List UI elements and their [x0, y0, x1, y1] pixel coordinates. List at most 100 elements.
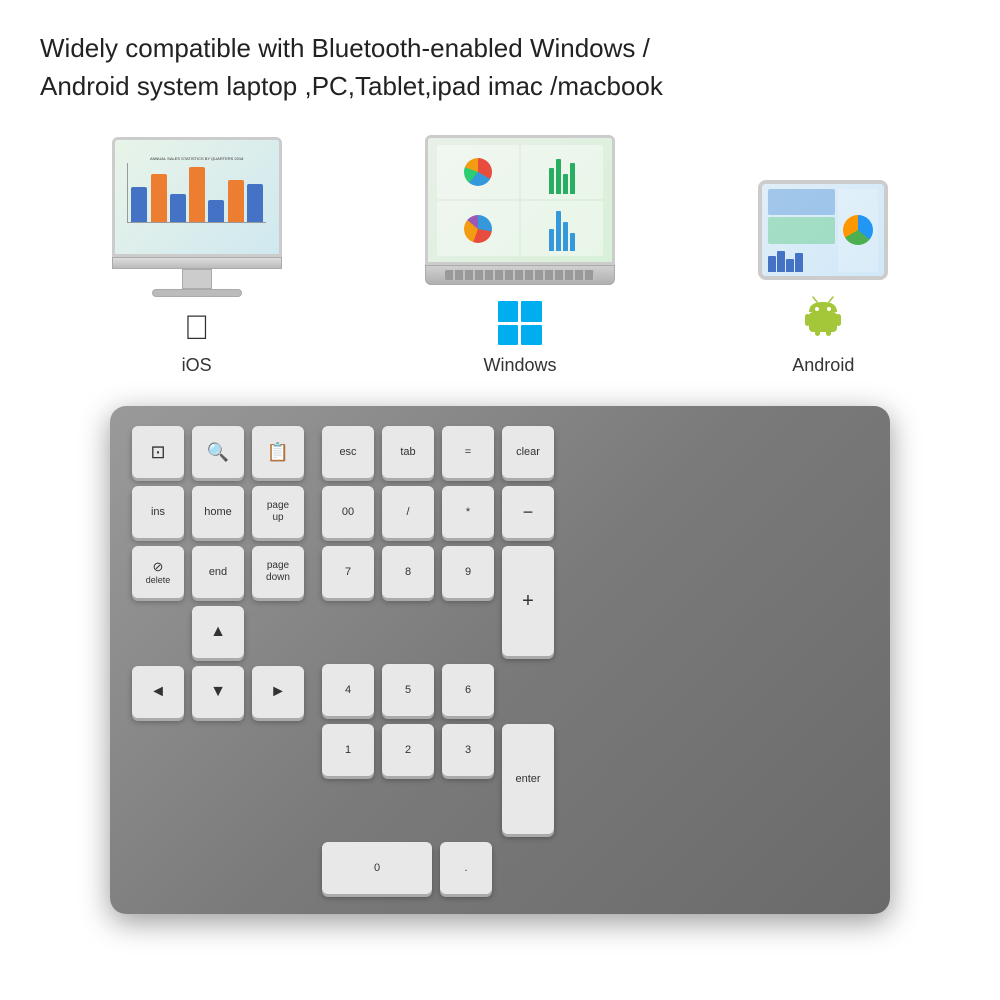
label-2: 2 [405, 744, 411, 756]
key-5[interactable]: 5 [382, 664, 434, 716]
right-arrow-key[interactable]: ► [252, 666, 304, 718]
label-3: 3 [465, 744, 471, 756]
ios-label: iOS [182, 355, 212, 376]
tablet-device [758, 180, 888, 280]
key-1[interactable]: 1 [322, 724, 374, 776]
delete-key[interactable]: ⊘ delete [132, 546, 184, 598]
label-1: 1 [345, 744, 351, 756]
kb-left-row2: ins home pageup [132, 486, 304, 538]
label-8: 8 [405, 566, 411, 578]
multiply-label: * [466, 506, 470, 518]
end-label: end [209, 566, 227, 578]
minus-key[interactable]: − [502, 486, 554, 538]
key-9[interactable]: 9 [442, 546, 494, 598]
key-4[interactable]: 4 [322, 664, 374, 716]
keyboard-right: esc tab = clear 00 / [322, 426, 554, 894]
label-9: 9 [465, 566, 471, 578]
key-8[interactable]: 8 [382, 546, 434, 598]
imac-chin [112, 257, 282, 269]
double-zero-key[interactable]: 00 [322, 486, 374, 538]
devices-row: ANNUAL SALES STATISTICS BY QUARTERS 2018 [40, 135, 960, 376]
dot-label: . [464, 862, 467, 874]
left-arrow-key[interactable]: ◄ [132, 666, 184, 718]
equals-label: = [465, 446, 471, 458]
kb-left-row3: ⊘ delete end pagedown [132, 546, 304, 598]
label-7: 7 [345, 566, 351, 578]
up-arrow-key[interactable]: ▲ [192, 606, 244, 658]
key-3[interactable]: 3 [442, 724, 494, 776]
kb-left-row1: ⊡ 🔍 📋 [132, 426, 304, 478]
fn-icon: ⊡ [150, 442, 165, 463]
label-0: 0 [374, 862, 380, 874]
chart-title: ANNUAL SALES STATISTICS BY QUARTERS 2018 [127, 156, 267, 161]
pageup-key[interactable]: pageup [252, 486, 304, 538]
ins-key[interactable]: ins [132, 486, 184, 538]
device-android: Android [758, 180, 888, 376]
enter-key[interactable]: enter [502, 724, 554, 834]
kb-left-row4: ▲ [132, 606, 304, 658]
laptop-chart-3 [437, 201, 519, 256]
ins-label: ins [151, 506, 165, 518]
kb-right-row3: 7 8 9 + [322, 546, 554, 656]
esc-label: esc [339, 446, 356, 458]
laptop-chart-2 [521, 145, 603, 200]
key-7[interactable]: 7 [322, 546, 374, 598]
keyboard: ⊡ 🔍 📋 ins home pageup [110, 406, 890, 914]
divide-key[interactable]: / [382, 486, 434, 538]
plus-key[interactable]: + [502, 546, 554, 656]
android-label: Android [792, 355, 854, 376]
pagedown-key[interactable]: pagedown [252, 546, 304, 598]
label-4: 4 [345, 684, 351, 696]
imac-neck [182, 269, 212, 289]
header-line1: Widely compatible with Bluetooth-enabled… [40, 33, 650, 63]
home-key[interactable]: home [192, 486, 244, 538]
key-2[interactable]: 2 [382, 724, 434, 776]
header-line2: Android system laptop ,PC,Tablet,ipad im… [40, 71, 663, 101]
laptop-keyboard-area [425, 265, 615, 285]
windows-logo [498, 301, 542, 345]
tab-label: tab [400, 446, 415, 458]
header-text: Widely compatible with Bluetooth-enabled… [40, 30, 960, 105]
calendar-key[interactable]: 📋 [252, 426, 304, 478]
imac-device: ANNUAL SALES STATISTICS BY QUARTERS 2018 [112, 137, 282, 297]
kb-right-row2: 00 / * − [322, 486, 554, 538]
label-5: 5 [405, 684, 411, 696]
divide-label: / [406, 506, 409, 518]
esc-key[interactable]: esc [322, 426, 374, 478]
laptop-keys [445, 270, 595, 280]
device-windows: Windows [425, 135, 615, 376]
kb-right-row4: 4 5 6 [322, 664, 554, 716]
apple-logo:  [184, 311, 210, 345]
search-icon: 🔍 [207, 442, 229, 463]
device-ios: ANNUAL SALES STATISTICS BY QUARTERS 2018 [112, 137, 282, 376]
double-zero-label: 00 [342, 506, 354, 518]
laptop-chart-1 [437, 145, 519, 200]
kb-right-row6: 0 . [322, 842, 554, 894]
key-6[interactable]: 6 [442, 664, 494, 716]
page: Widely compatible with Bluetooth-enabled… [0, 0, 1000, 1000]
bar-chart [127, 163, 267, 223]
clear-label: clear [516, 446, 540, 458]
fn-key[interactable]: ⊡ [132, 426, 184, 478]
kb-right-row5: 1 2 3 enter [322, 724, 554, 834]
clear-key[interactable]: clear [502, 426, 554, 478]
key-0[interactable]: 0 [322, 842, 432, 894]
home-label: home [204, 506, 232, 518]
label-6: 6 [465, 684, 471, 696]
tab-key[interactable]: tab [382, 426, 434, 478]
kb-left-row5: ◄ ▼ ► [132, 666, 304, 718]
equals-key[interactable]: = [442, 426, 494, 478]
keyboard-left: ⊡ 🔍 📋 ins home pageup [132, 426, 304, 894]
dot-key[interactable]: . [440, 842, 492, 894]
end-key[interactable]: end [192, 546, 244, 598]
windows-label: Windows [483, 355, 556, 376]
laptop-screen [425, 135, 615, 265]
search-key[interactable]: 🔍 [192, 426, 244, 478]
laptop-device [425, 135, 615, 285]
android-logo [803, 296, 843, 345]
calendar-icon: 📋 [267, 442, 289, 463]
down-arrow-key[interactable]: ▼ [192, 666, 244, 718]
kb-right-row1: esc tab = clear [322, 426, 554, 478]
multiply-key[interactable]: * [442, 486, 494, 538]
tablet-body [758, 180, 888, 280]
